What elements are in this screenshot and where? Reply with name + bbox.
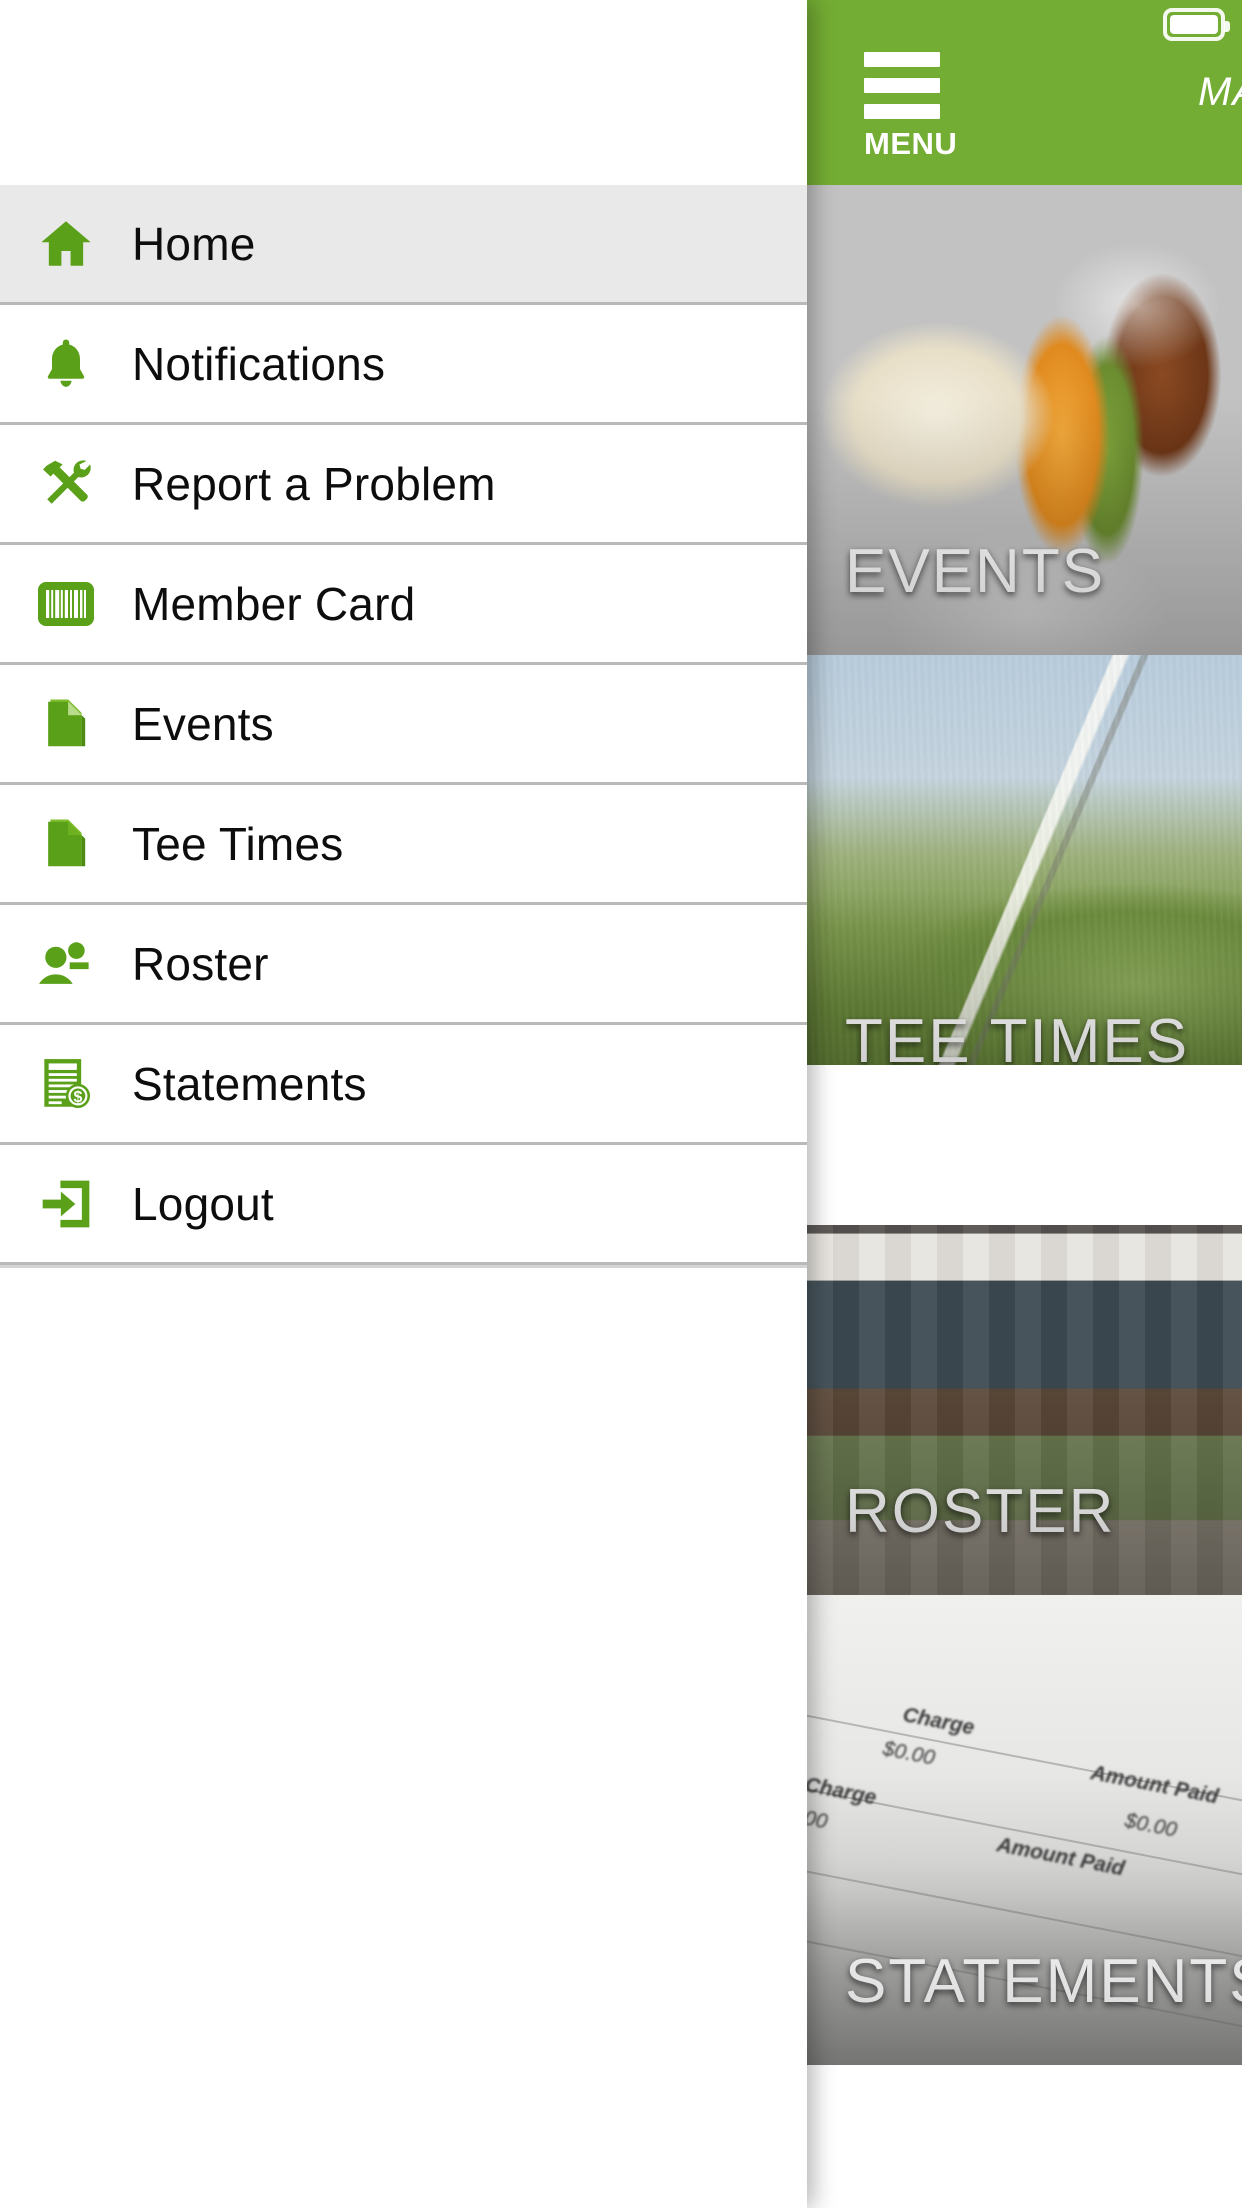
club-title: MA	[1198, 70, 1242, 114]
invoice-icon: $	[0, 1024, 132, 1144]
sidebar-item-label: Statements	[132, 1057, 367, 1110]
sidebar-item-home[interactable]: Home	[0, 185, 807, 305]
sidebar-item-label: Logout	[132, 1177, 274, 1230]
sidebar-item-statements[interactable]: $ Statements	[0, 1025, 807, 1145]
main-app-content: MENU MA EVENTS TEE TIMES ROSTER	[807, 0, 1242, 2208]
home-icon	[0, 184, 132, 304]
svg-text:$: $	[73, 1088, 82, 1106]
people-icon	[0, 904, 132, 1024]
sidebar-item-member-card[interactable]: Member Card	[0, 545, 807, 665]
card-label: ROSTER	[845, 1477, 1116, 1546]
battery-icon	[1163, 8, 1230, 41]
sidebar-item-tee-times[interactable]: Tee Times	[0, 785, 807, 905]
bell-icon	[0, 304, 132, 424]
navigation-drawer: Home Notifications Report a Problem Memb…	[0, 0, 807, 2208]
menu-button[interactable]: MENU	[864, 52, 969, 162]
sidebar-item-label: Events	[132, 697, 274, 750]
sidebar-item-events[interactable]: Events	[0, 665, 807, 785]
statement-text-amount-paid-2: Amount Paid	[994, 1833, 1127, 1881]
tools-icon	[0, 424, 132, 544]
sidebar-item-label: Notifications	[132, 337, 386, 390]
statement-paper-graphic: Charge $0.00 Amount Paid $0.00 Charge 0.…	[807, 1595, 1242, 2065]
logout-icon	[0, 1144, 132, 1264]
statement-text-amount-paid-amount-1: $0.00	[1122, 1809, 1179, 1842]
card-statements[interactable]: Charge $0.00 Amount Paid $0.00 Charge 0.…	[807, 1595, 1242, 2065]
app-screen: MENU MA EVENTS TEE TIMES ROSTER	[0, 0, 1242, 2208]
document-icon	[0, 784, 132, 904]
card-tee-times[interactable]: TEE TIMES	[807, 655, 1242, 1125]
drawer-menu-list: Home Notifications Report a Problem Memb…	[0, 185, 807, 1265]
statement-text-charge-amount-2: 0.00	[807, 1803, 830, 1834]
app-header: MENU MA	[807, 0, 1242, 185]
card-label: STATEMENTS	[845, 1947, 1242, 2016]
sidebar-item-label: Tee Times	[132, 817, 344, 870]
menu-button-label: MENU	[864, 126, 958, 161]
content-bottom-spacer	[807, 1065, 1242, 1225]
sidebar-item-roster[interactable]: Roster	[0, 905, 807, 1025]
status-bar	[807, 0, 1242, 41]
sidebar-item-label: Member Card	[132, 577, 416, 630]
statement-text-charge-2: Charge	[807, 1773, 879, 1810]
sidebar-item-logout[interactable]: Logout	[0, 1145, 807, 1265]
sidebar-item-report-a-problem[interactable]: Report a Problem	[0, 425, 807, 545]
sidebar-item-notifications[interactable]: Notifications	[0, 305, 807, 425]
barcode-icon	[0, 544, 132, 664]
statement-text-amount-paid-1: Amount Paid	[1088, 1761, 1221, 1809]
card-label: EVENTS	[845, 537, 1106, 606]
card-events[interactable]: EVENTS	[807, 185, 1242, 655]
sidebar-item-label: Report a Problem	[132, 457, 496, 510]
document-icon	[0, 664, 132, 784]
statement-text-charge-amount-1: $0.00	[880, 1737, 937, 1770]
sidebar-item-label: Roster	[132, 937, 269, 990]
drawer-list-end-divider	[0, 1265, 807, 1268]
hamburger-icon	[864, 52, 940, 119]
sidebar-item-label: Home	[132, 217, 256, 270]
statement-text-charge-1: Charge	[900, 1703, 977, 1740]
